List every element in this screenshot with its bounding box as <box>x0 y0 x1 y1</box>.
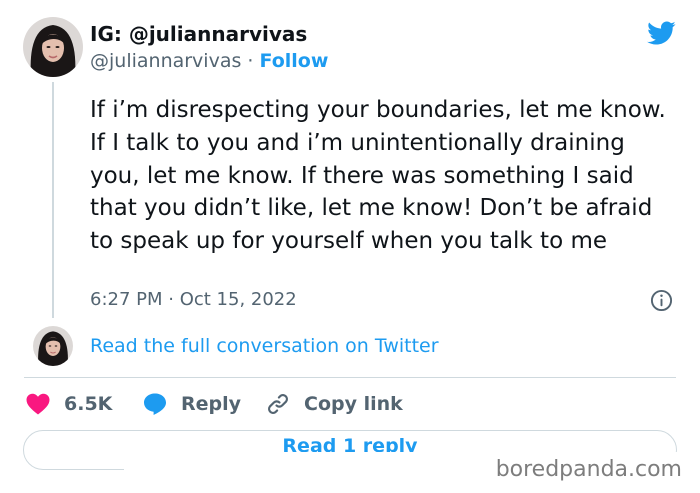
reply-button[interactable]: Reply <box>143 392 241 416</box>
copy-link-button[interactable]: Copy link <box>266 392 403 416</box>
heart-icon <box>26 393 50 415</box>
reply-label: Reply <box>181 393 242 415</box>
link-icon <box>268 394 288 414</box>
author-avatar[interactable] <box>23 17 83 77</box>
twitter-bird-icon[interactable] <box>644 18 678 48</box>
handle-separator: · <box>247 50 254 72</box>
author-handle[interactable]: @juliannarvivas <box>90 50 241 72</box>
watermark: boredpanda.com <box>495 457 682 482</box>
author-handle-row: @juliannarvivas · Follow <box>90 50 328 72</box>
thread-line <box>52 82 54 318</box>
follow-link[interactable]: Follow <box>260 50 329 72</box>
full-conversation-link[interactable]: Read the full conversation on Twitter <box>90 335 439 357</box>
speech-bubble-icon <box>144 393 166 415</box>
tweet-text: If i’m disrespecting your boundaries, le… <box>90 97 666 255</box>
copy-link-label: Copy link <box>304 393 403 415</box>
author-display-name[interactable]: IG: @juliannarvivas <box>90 22 307 46</box>
info-icon[interactable] <box>650 289 673 312</box>
divider <box>24 377 676 378</box>
like-button[interactable]: 6.5K <box>26 392 112 416</box>
tweet-timestamp[interactable]: 6:27 PM · Oct 15, 2022 <box>90 289 297 310</box>
viewer-avatar[interactable] <box>33 326 73 366</box>
like-count: 6.5K <box>64 393 113 415</box>
